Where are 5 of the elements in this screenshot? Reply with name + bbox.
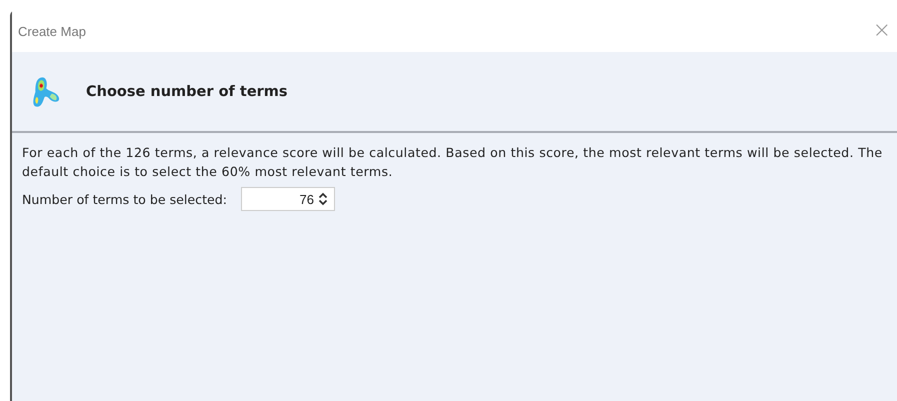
number-spinner[interactable]: 76: [241, 187, 336, 211]
page-heading: Choose number of terms: [86, 84, 288, 100]
window-title: Create Map: [18, 24, 86, 38]
description-text: For each of the 126 terms, a relevance score will be calculated. Based on this score, the most relevant terms will be selected. The default choice is to select the 60% most relevant terms.: [22, 144, 884, 181]
field-label: Number of terms to be selected:: [22, 192, 228, 206]
